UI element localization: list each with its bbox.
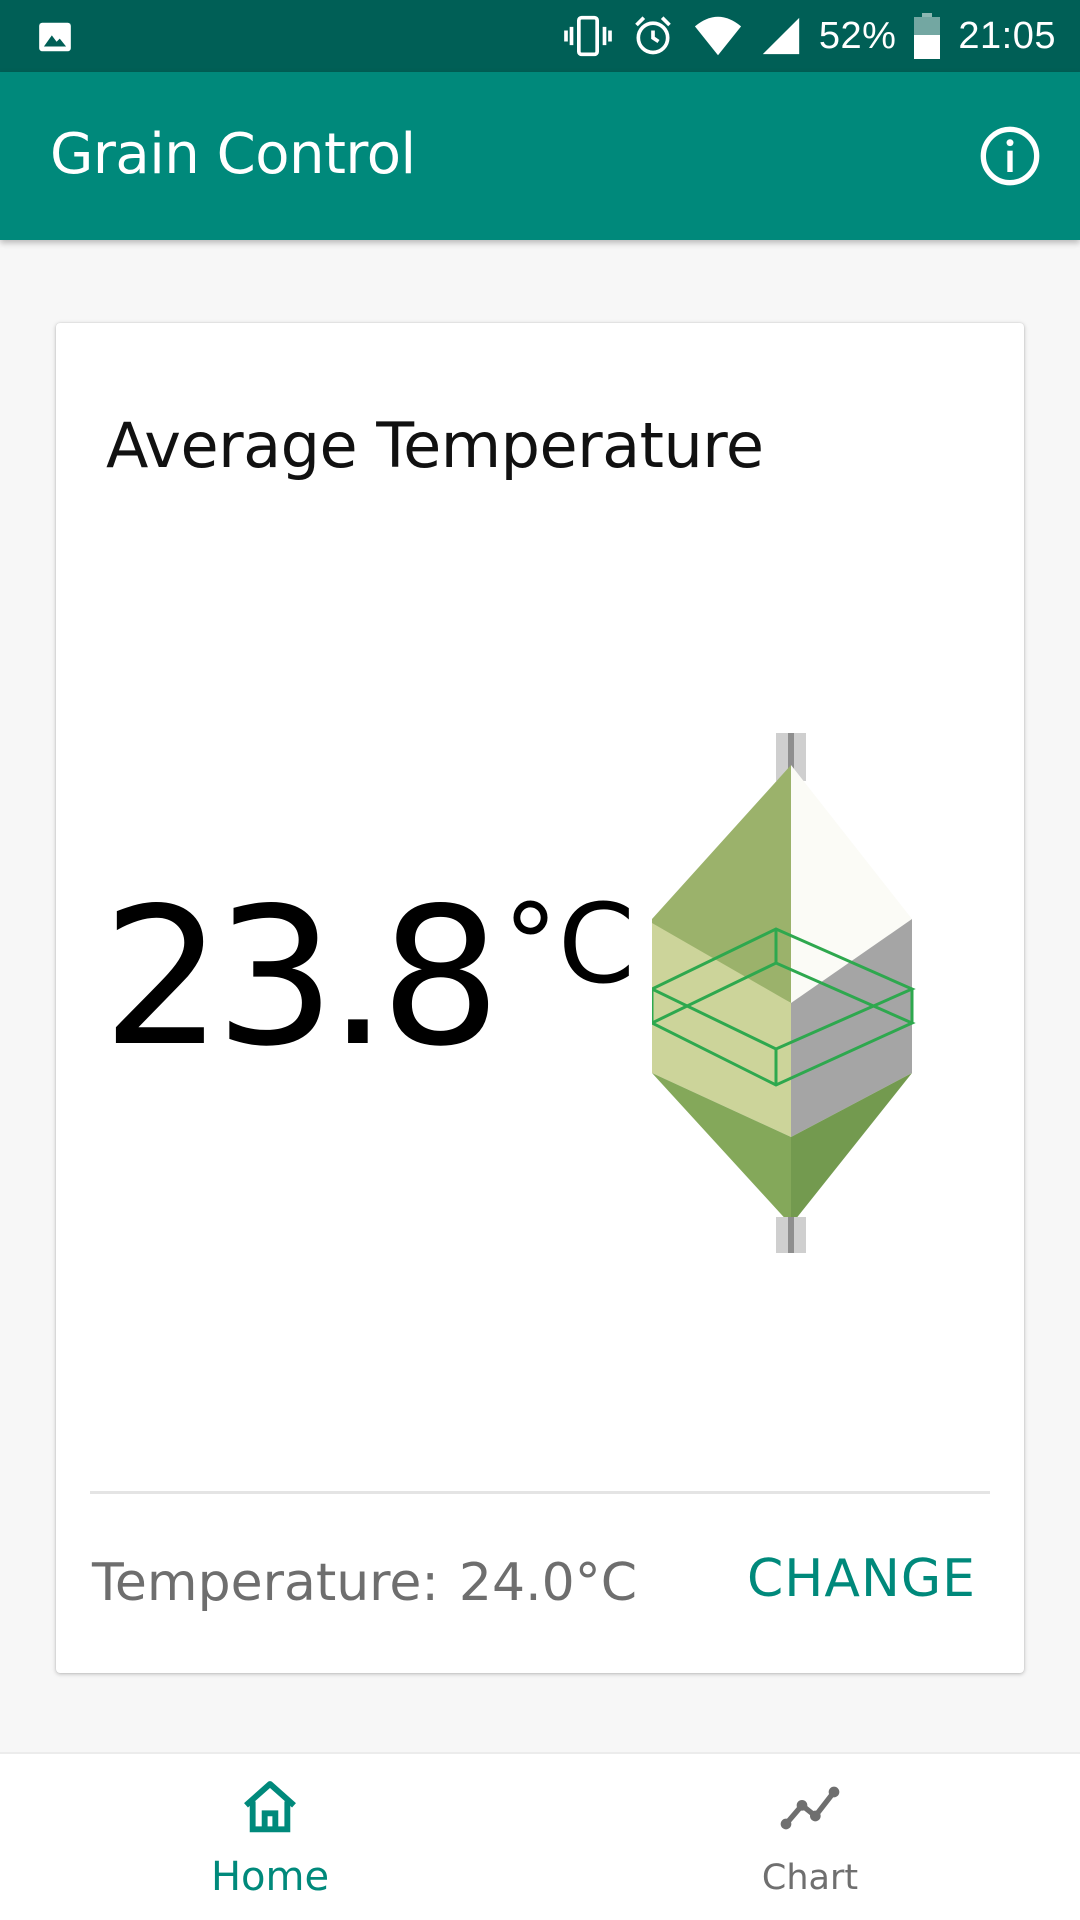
nav-item-home[interactable]: Home — [0, 1754, 540, 1920]
home-icon — [244, 1781, 296, 1833]
image-icon — [39, 22, 71, 52]
battery-icon — [914, 13, 941, 59]
nav-label-home: Home — [210, 1854, 330, 1900]
average-temperature-card: Average Temperature 23.8 °C Temperature:… — [56, 323, 1024, 1673]
card-divider — [90, 1491, 990, 1494]
nav-item-chart[interactable]: Chart — [540, 1754, 1080, 1920]
bottom-navigation: Home Chart — [0, 1752, 1080, 1920]
temperature-setting: Temperature: 24.0°C — [92, 1553, 637, 1613]
status-bar: 52% 21:05 — [0, 0, 1080, 72]
info-icon[interactable] — [978, 124, 1042, 188]
grain-bin-icon — [652, 733, 916, 1253]
app-bar: Grain Control — [0, 72, 1080, 240]
alarm-icon — [635, 16, 671, 55]
status-icons: 52% 21:05 — [563, 0, 1056, 72]
signal-icon — [762, 17, 800, 55]
vibrate-icon — [564, 15, 612, 57]
clock: 21:05 — [958, 14, 1056, 57]
card-title: Average Temperature — [106, 409, 764, 482]
temperature-setting-value: 24.0°C — [458, 1553, 638, 1613]
temperature-unit: °C — [503, 880, 635, 1008]
app-title: Grain Control — [50, 122, 416, 187]
temperature-setting-label: Temperature: — [92, 1553, 439, 1613]
average-temperature-number: 23.8 — [102, 867, 501, 1088]
average-temperature-value: 23.8 °C — [102, 883, 635, 1073]
battery-percent: 52% — [818, 14, 897, 57]
change-button[interactable]: CHANGE — [747, 1549, 976, 1609]
wifi-icon — [694, 16, 741, 56]
chart-icon — [780, 1786, 840, 1830]
nav-label-chart: Chart — [761, 1858, 859, 1898]
screen: 52% 21:05 Grain Control Average Temperat… — [0, 0, 1080, 1920]
